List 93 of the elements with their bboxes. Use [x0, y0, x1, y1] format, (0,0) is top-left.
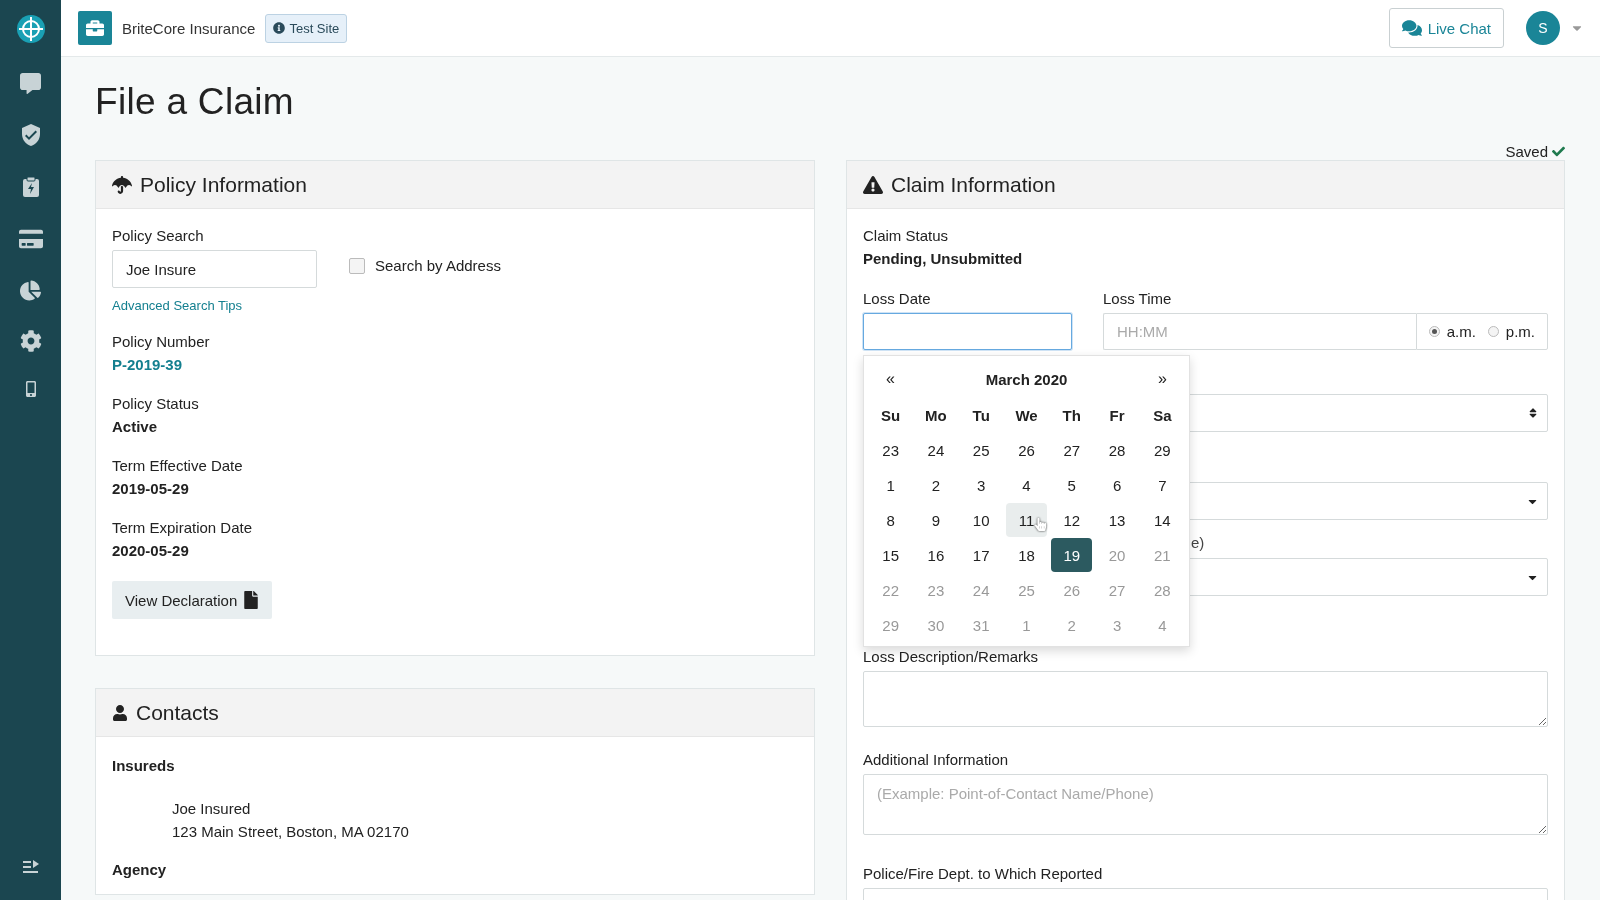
calendar-day[interactable]: 2 — [915, 468, 957, 502]
umbrella-icon — [112, 174, 132, 195]
calendar-day[interactable]: 24 — [915, 433, 957, 467]
warning-icon — [863, 174, 883, 195]
calendar-day[interactable]: 8 — [870, 503, 912, 537]
previous-month-button[interactable]: « — [880, 370, 901, 388]
badge-text: Test Site — [289, 20, 340, 36]
next-month-button[interactable]: » — [1152, 370, 1173, 388]
field-label: Policy Number — [112, 333, 211, 350]
field-label: Claim Status — [863, 227, 950, 244]
calendar-day[interactable]: 6 — [1096, 468, 1138, 502]
view-declaration-button[interactable]: View Declaration — [112, 581, 273, 619]
search-tips-link[interactable]: Advanced Search Tips — [112, 298, 243, 313]
sort-arrows-icon — [1527, 407, 1539, 419]
contact-address: 123 Main Street, Boston, MA 02170 — [172, 822, 410, 842]
calendar-day[interactable]: 16 — [915, 538, 957, 572]
calendar-day[interactable]: 1 — [870, 468, 912, 502]
field-label: Policy Status — [112, 395, 200, 412]
field-value: 2020-05-29 — [112, 542, 190, 559]
policy-number-link[interactable]: P-2019-39 — [112, 356, 798, 373]
save-status: Saved — [1505, 143, 1565, 160]
field-label: Loss Date — [863, 290, 932, 307]
group-title: Insureds — [112, 757, 176, 774]
clipboard-bolt-icon[interactable] — [21, 176, 40, 198]
check-icon — [1552, 145, 1565, 158]
weekday-label: Fr — [1108, 405, 1126, 426]
policy-search-field[interactable]: Joe Insure — [112, 250, 317, 288]
field-label: Loss Description/Remarks — [863, 648, 1040, 665]
logo-icon[interactable] — [15, 14, 46, 44]
calendar-day[interactable]: 27 — [1051, 433, 1093, 467]
weekday-label: Tu — [971, 405, 991, 426]
field-value: Active — [112, 418, 159, 435]
calendar-day[interactable]: 7 — [1141, 468, 1183, 502]
calendar-day[interactable]: 4 — [1005, 468, 1048, 502]
month-title: March 2020 — [985, 370, 1068, 388]
calendar-day[interactable]: 15 — [870, 538, 912, 572]
weekday-label: Su — [880, 405, 902, 426]
weekday-label: Th — [1061, 405, 1082, 426]
field-label: Loss Time — [1103, 290, 1173, 307]
info-icon — [273, 22, 286, 34]
contact-name: Joe Insured — [172, 799, 252, 819]
loss-description-field[interactable] — [863, 671, 1548, 727]
group-title: Agency — [112, 861, 168, 878]
calendar-day[interactable]: 3 — [960, 468, 1002, 502]
card-title: Claim Information — [891, 172, 1056, 197]
field-label: Police/Fire Dept. to Which Reported — [863, 865, 1104, 882]
weekday-label: Mo — [924, 405, 948, 426]
calendar-day[interactable]: 23 — [870, 433, 912, 467]
calendar-day[interactable]: 26 — [1005, 433, 1048, 467]
field-label: e) — [1191, 534, 1205, 551]
calendar-day[interactable]: 14 — [1141, 503, 1183, 537]
calendar-day[interactable]: 19 — [1051, 538, 1093, 572]
calendar-day[interactable]: 13 — [1096, 503, 1138, 537]
calendar-day[interactable]: 11 — [1005, 503, 1048, 537]
settings-icon[interactable] — [19, 330, 42, 352]
brand-name: BriteCore Insurance — [122, 19, 256, 37]
claim-status: Pending, Unsubmitted — [863, 250, 1024, 267]
search-by-address-checkbox[interactable]: Search by Address — [349, 257, 501, 274]
field-label: Term Expiration Date — [112, 519, 254, 536]
calendar-day[interactable]: 17 — [960, 538, 1002, 572]
chat-bubbles-icon — [1401, 18, 1422, 38]
additional-info-field[interactable]: (Example: Point-of-Contact Name/Phone) — [863, 774, 1548, 835]
calendar-day[interactable]: 18 — [1005, 538, 1048, 572]
field-label: Policy Search — [112, 227, 205, 244]
expand-menu-icon[interactable] — [21, 860, 40, 876]
meridiem-radio[interactable]: p.m. — [1487, 323, 1535, 340]
document-icon — [242, 591, 261, 609]
person-icon — [112, 704, 128, 721]
card-title: Contacts — [136, 700, 219, 725]
field-label: Term Effective Date — [112, 457, 244, 474]
calendar-day[interactable]: 29 — [1141, 433, 1183, 467]
meridiem-radio[interactable]: a.m. — [1428, 323, 1476, 340]
pie-chart-icon[interactable] — [20, 280, 41, 301]
loss-date-field[interactable] — [863, 313, 1072, 350]
card-title: Policy Information — [140, 172, 307, 197]
calendar-day[interactable]: 25 — [960, 433, 1002, 467]
field-label: Additional Information — [863, 751, 1010, 768]
chat-bubble-icon[interactable] — [20, 73, 41, 94]
calendar-day[interactable]: 10 — [960, 503, 1002, 537]
live-chat-button[interactable]: Live Chat — [1388, 8, 1504, 48]
calendar-day[interactable]: 9 — [915, 503, 957, 537]
credit-card-icon[interactable] — [18, 227, 43, 251]
calendar-day[interactable]: 28 — [1096, 433, 1138, 467]
weekday-label: We — [1014, 405, 1039, 426]
field-value: 2019-05-29 — [112, 480, 190, 497]
calendar-day[interactable]: 5 — [1051, 468, 1093, 502]
calendar-day[interactable]: 12 — [1051, 503, 1093, 537]
briefcase-icon[interactable] — [78, 11, 112, 45]
page-title: File a Claim — [95, 81, 295, 123]
weekday-label: Sa — [1152, 405, 1173, 426]
hand-pointer-icon — [1033, 518, 1047, 531]
user-avatar[interactable]: S — [1526, 11, 1560, 45]
loss-time-field[interactable]: HH:MM — [1103, 313, 1416, 350]
